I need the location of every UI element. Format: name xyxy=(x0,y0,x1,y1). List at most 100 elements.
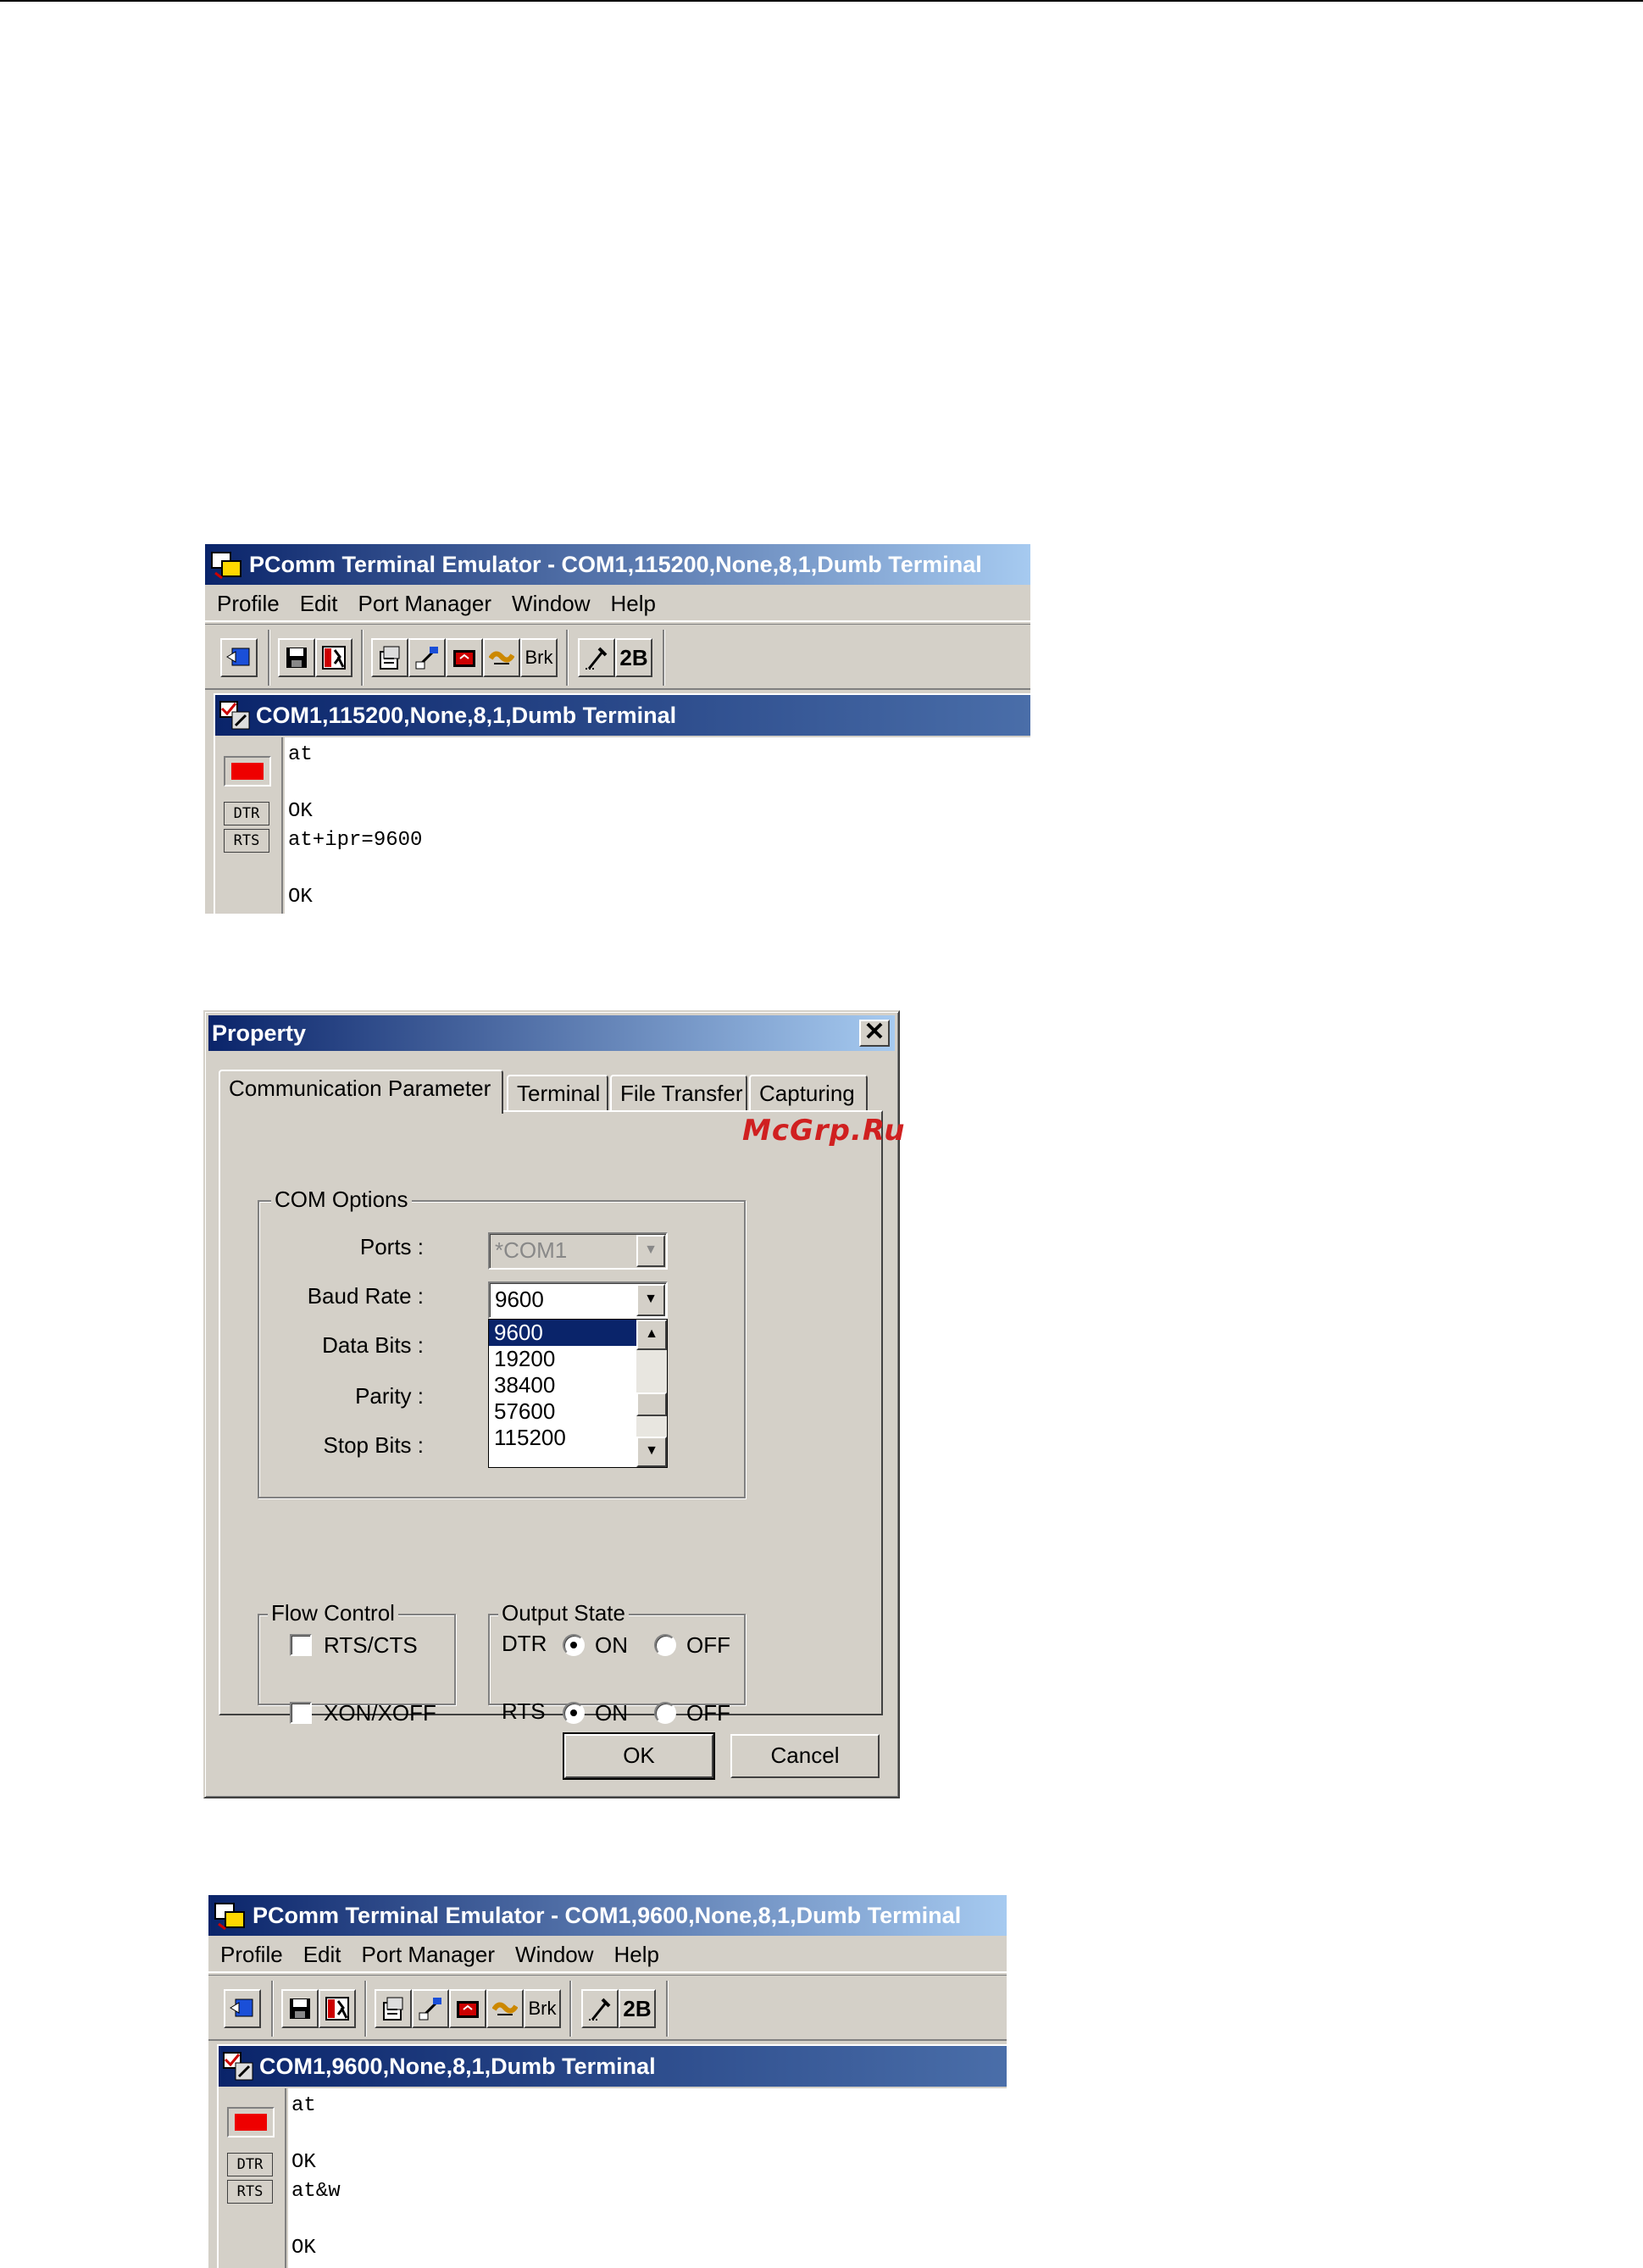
baud-option-19200[interactable]: 19200 xyxy=(489,1346,638,1372)
open-session-icon xyxy=(230,1998,253,2017)
terminal-session-icon xyxy=(219,701,250,730)
cable-icon xyxy=(589,1998,611,2021)
mdi-2-titlebar[interactable]: COM1,9600,None,8,1,Dumb Terminal xyxy=(219,2046,1007,2087)
properties-button[interactable] xyxy=(371,638,408,677)
menu-port-manager[interactable]: Port Manager xyxy=(350,585,501,622)
xon-xoff-checkbox[interactable] xyxy=(290,1702,312,1724)
handshake-icon xyxy=(489,651,514,664)
terminal-line: OK xyxy=(291,2236,316,2260)
dropdown-scrollbar[interactable]: ▲ ▼ xyxy=(636,1320,667,1467)
save-button[interactable] xyxy=(281,1989,319,2028)
menu-edit[interactable]: Edit xyxy=(291,585,347,622)
tab-capturing[interactable]: Capturing xyxy=(749,1075,868,1112)
open-session-button[interactable] xyxy=(220,638,258,677)
file-transfer-icon xyxy=(415,647,438,670)
terminal-line: OK xyxy=(288,800,313,823)
send-script-button[interactable] xyxy=(483,638,520,677)
exit-button[interactable] xyxy=(319,1989,356,2028)
window-1-title: PComm Terminal Emulator - COM1,115200,No… xyxy=(249,552,982,577)
baud-option-115200[interactable]: 115200 xyxy=(489,1425,638,1451)
scroll-thumb[interactable] xyxy=(636,1392,667,1416)
handshake-icon xyxy=(492,2002,518,2015)
scroll-up-icon[interactable]: ▲ xyxy=(636,1320,667,1350)
rts-cts-checkbox[interactable] xyxy=(290,1634,312,1656)
exit-door-icon xyxy=(322,646,346,670)
properties-sheet-icon xyxy=(380,646,400,670)
line-status-button[interactable] xyxy=(581,1989,619,2028)
menu-profile[interactable]: Profile xyxy=(208,585,288,622)
capture-icon xyxy=(457,2001,479,2018)
ports-select: *COM1 ▼ xyxy=(488,1232,668,1270)
ok-button[interactable]: OK xyxy=(563,1732,715,1780)
close-button[interactable]: ✕ xyxy=(859,1020,890,1047)
rts-on-radio[interactable] xyxy=(563,1702,585,1724)
capture-button[interactable] xyxy=(446,638,483,677)
exit-door-icon xyxy=(325,1997,349,2021)
dtr-off-label: OFF xyxy=(686,1632,730,1658)
menu-help[interactable]: Help xyxy=(606,1936,668,1973)
com-options-title: COM Options xyxy=(271,1187,412,1213)
exit-button[interactable] xyxy=(315,638,352,677)
menu-port-manager[interactable]: Port Manager xyxy=(353,1936,504,1973)
dtr-on-radio[interactable] xyxy=(563,1634,585,1656)
mdi-1-titlebar[interactable]: COM1,115200,None,8,1,Dumb Terminal xyxy=(215,695,1030,736)
properties-button[interactable] xyxy=(375,1989,412,2028)
floppy-disk-icon xyxy=(286,648,307,668)
baud-option-57600[interactable]: 57600 xyxy=(489,1398,638,1425)
baud-rate-label: Baud Rate : xyxy=(307,1283,424,1309)
chevron-down-icon: ▼ xyxy=(636,1235,665,1267)
terminal-output-2[interactable]: at OK at&w OK xyxy=(288,2088,1007,2268)
baud-rate-select[interactable]: 9600 ▼ xyxy=(488,1281,668,1319)
dialog-titlebar[interactable]: Property ✕ xyxy=(208,1015,895,1051)
two-byte-button[interactable]: 2B xyxy=(619,1989,656,2028)
rts-cts-label: RTS/CTS xyxy=(324,1632,418,1658)
baud-rate-dropdown-list: 9600 19200 38400 57600 115200 ▲ ▼ xyxy=(488,1319,668,1468)
baud-option-9600[interactable]: 9600 xyxy=(489,1320,638,1346)
two-byte-button[interactable]: 2B xyxy=(615,638,652,677)
window-2-toolbar: Brk 2B xyxy=(208,1975,1007,2041)
two-byte-label: 2B xyxy=(623,1995,652,2021)
tab-file-transfer[interactable]: File Transfer xyxy=(610,1075,747,1112)
terminal-output-1[interactable]: at OK at+ipr=9600 OK xyxy=(285,737,1030,914)
send-script-button[interactable] xyxy=(486,1989,524,2028)
terminal-window-1: PComm Terminal Emulator - COM1,115200,No… xyxy=(205,544,1030,914)
open-session-button[interactable] xyxy=(224,1989,261,2028)
tab-terminal[interactable]: Terminal xyxy=(507,1075,608,1112)
menu-profile[interactable]: Profile xyxy=(212,1936,291,1973)
capture-button[interactable] xyxy=(449,1989,486,2028)
chevron-down-icon[interactable]: ▼ xyxy=(636,1284,665,1316)
open-session-icon xyxy=(226,648,250,666)
transfer-button[interactable] xyxy=(408,638,446,677)
window-1-titlebar[interactable]: PComm Terminal Emulator - COM1,115200,No… xyxy=(205,544,1030,585)
tab-communication-parameter[interactable]: Communication Parameter xyxy=(219,1070,503,1114)
properties-sheet-icon xyxy=(383,1997,403,2021)
line-status-button[interactable] xyxy=(578,638,615,677)
menu-window[interactable]: Window xyxy=(507,1936,602,1973)
dtr-off-radio[interactable] xyxy=(654,1634,676,1656)
rts-indicator-2: RTS xyxy=(227,2180,273,2204)
parity-label: Parity : xyxy=(355,1383,424,1409)
break-button[interactable]: Brk xyxy=(520,638,558,677)
break-button[interactable]: Brk xyxy=(524,1989,561,2028)
window-2-menubar: Profile Edit Port Manager Window Help xyxy=(208,1936,1007,1973)
save-button[interactable] xyxy=(278,638,315,677)
file-transfer-icon xyxy=(419,1998,441,2021)
scroll-down-icon[interactable]: ▼ xyxy=(636,1437,667,1467)
watermark: McGrp.Ru xyxy=(742,1114,906,1148)
terminal-line: at+ipr=9600 xyxy=(288,828,423,852)
transfer-button[interactable] xyxy=(412,1989,449,2028)
mdi-1-title: COM1,115200,None,8,1,Dumb Terminal xyxy=(256,703,677,728)
rts-off-radio[interactable] xyxy=(654,1702,676,1724)
connection-led-1 xyxy=(224,756,271,787)
baud-option-38400[interactable]: 38400 xyxy=(489,1372,638,1398)
menu-window[interactable]: Window xyxy=(503,585,598,622)
window-2-titlebar[interactable]: PComm Terminal Emulator - COM1,9600,None… xyxy=(208,1895,1007,1936)
data-bits-label: Data Bits : xyxy=(322,1332,424,1358)
menu-help[interactable]: Help xyxy=(602,585,664,622)
com-options-group: COM Options Ports : Baud Rate : Data Bit… xyxy=(258,1187,746,1498)
cancel-button[interactable]: Cancel xyxy=(730,1734,880,1778)
ports-value: *COM1 xyxy=(495,1237,568,1263)
menu-edit[interactable]: Edit xyxy=(295,1936,350,1973)
